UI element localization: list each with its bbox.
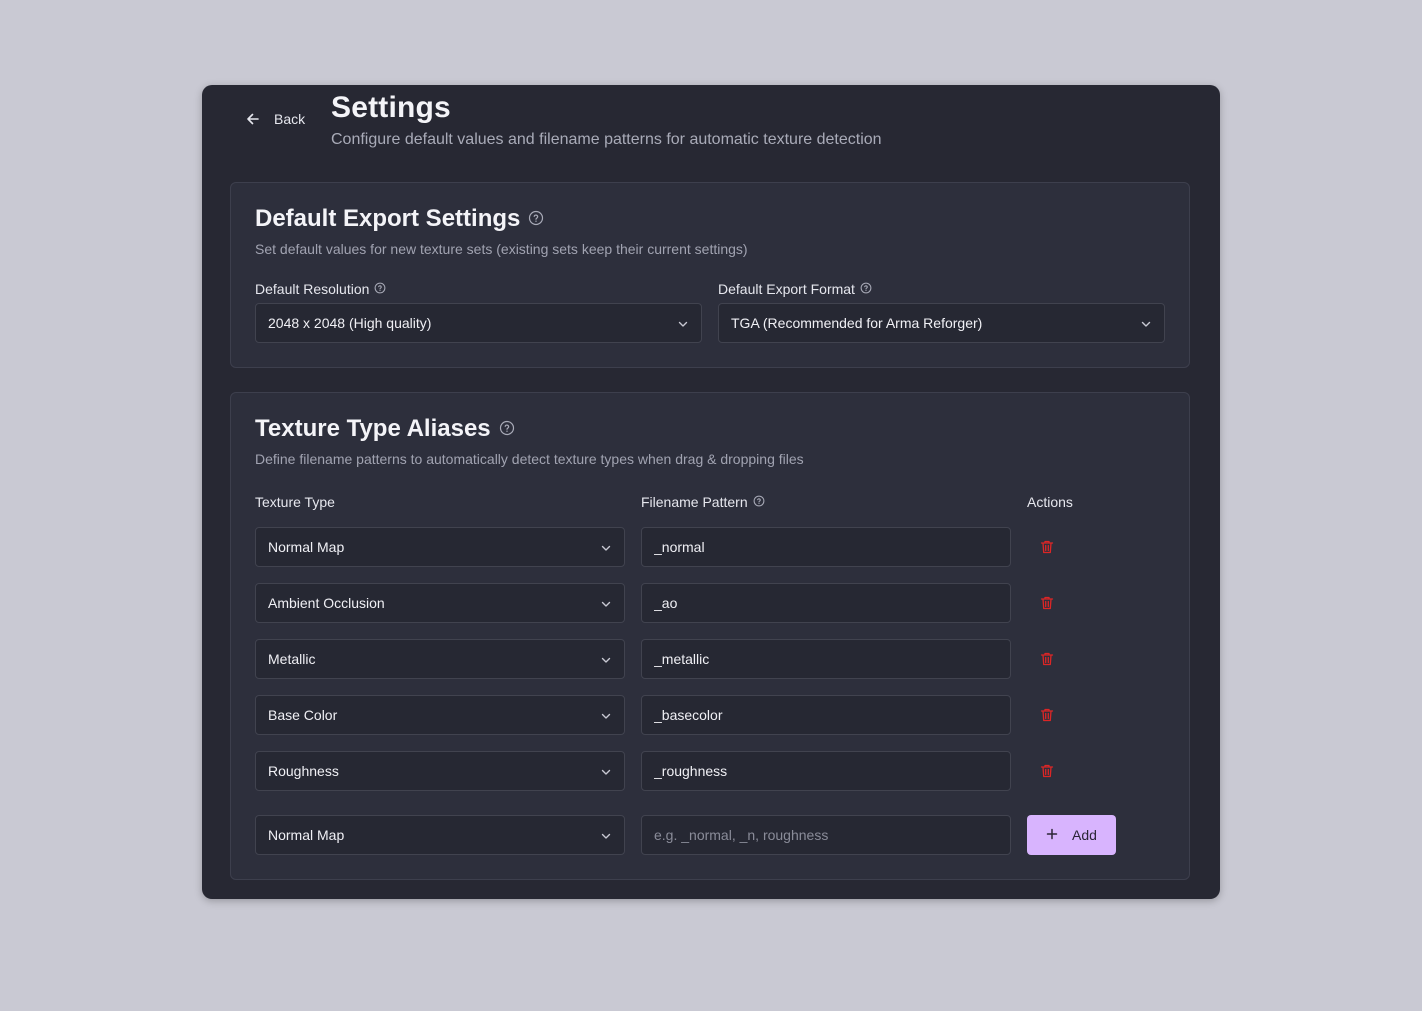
trash-icon[interactable] [1039,707,1055,723]
texture-type-value: Normal Map [268,539,345,555]
chevron-down-icon [600,709,612,725]
filename-pattern-input[interactable] [641,639,1011,679]
help-circle-icon[interactable] [528,205,544,233]
resolution-select[interactable]: 2048 x 2048 (High quality) [255,303,702,343]
format-value: TGA (Recommended for Arma Reforger) [731,315,983,331]
trash-icon[interactable] [1039,595,1055,611]
help-circle-icon[interactable] [374,281,386,297]
column-header-texture-type-text: Texture Type [255,494,335,510]
aliases-description: Define filename patterns to automaticall… [255,451,804,467]
column-header-filename-pattern: Filename Pattern [641,494,765,510]
back-label: Back [274,111,306,127]
texture-type-select[interactable]: Metallic [255,639,625,679]
texture-type-aliases-card: Texture Type Aliases Define filename pat… [230,392,1190,880]
default-export-settings-card: Default Export Settings Set default valu… [230,182,1190,368]
format-select[interactable]: TGA (Recommended for Arma Reforger) [718,303,1165,343]
texture-type-value: Ambient Occlusion [268,595,385,611]
chevron-down-icon [600,541,612,557]
texture-type-select[interactable]: Roughness [255,751,625,791]
column-header-filename-pattern-text: Filename Pattern [641,494,748,510]
new-filename-pattern-input[interactable] [641,815,1011,855]
back-button[interactable]: Back [246,111,305,127]
settings-window: Back Settings Configure default values a… [202,85,1220,899]
add-alias-button[interactable]: Add [1027,815,1116,855]
page-subtitle: Configure default values and filename pa… [331,131,882,148]
arrow-left-icon [246,112,260,126]
new-texture-type-value: Normal Map [268,827,345,843]
export-settings-title-text: Default Export Settings [255,205,521,232]
page-title: Settings [331,91,451,124]
texture-type-select[interactable]: Base Color [255,695,625,735]
texture-type-value: Roughness [268,763,339,779]
help-circle-icon[interactable] [860,281,872,297]
resolution-label: Default Resolution [255,281,386,297]
column-header-actions-text: Actions [1027,494,1073,510]
texture-type-value: Base Color [268,707,338,723]
texture-type-select[interactable]: Normal Map [255,527,625,567]
filename-pattern-input[interactable] [641,751,1011,791]
resolution-label-text: Default Resolution [255,281,370,297]
help-circle-icon[interactable] [499,415,515,443]
chevron-down-icon [600,829,612,845]
chevron-down-icon [677,317,689,333]
texture-type-select[interactable]: Ambient Occlusion [255,583,625,623]
column-header-texture-type: Texture Type [255,494,335,510]
format-label-text: Default Export Format [718,281,855,297]
chevron-down-icon [600,597,612,613]
export-settings-description: Set default values for new texture sets … [255,241,748,257]
aliases-title-text: Texture Type Aliases [255,415,491,442]
filename-pattern-input[interactable] [641,583,1011,623]
trash-icon[interactable] [1039,539,1055,555]
trash-icon[interactable] [1039,651,1055,667]
texture-type-value: Metallic [268,651,316,667]
add-label: Add [1072,827,1097,843]
resolution-value: 2048 x 2048 (High quality) [268,315,432,331]
export-settings-title: Default Export Settings [255,205,544,233]
aliases-title: Texture Type Aliases [255,415,515,443]
column-header-actions: Actions [1027,494,1073,510]
chevron-down-icon [600,653,612,669]
filename-pattern-input[interactable] [641,527,1011,567]
format-label: Default Export Format [718,281,872,297]
plus-icon [1046,827,1058,843]
new-texture-type-select[interactable]: Normal Map [255,815,625,855]
chevron-down-icon [600,765,612,781]
chevron-down-icon [1140,317,1152,333]
filename-pattern-input[interactable] [641,695,1011,735]
help-circle-icon[interactable] [753,494,765,510]
trash-icon[interactable] [1039,763,1055,779]
